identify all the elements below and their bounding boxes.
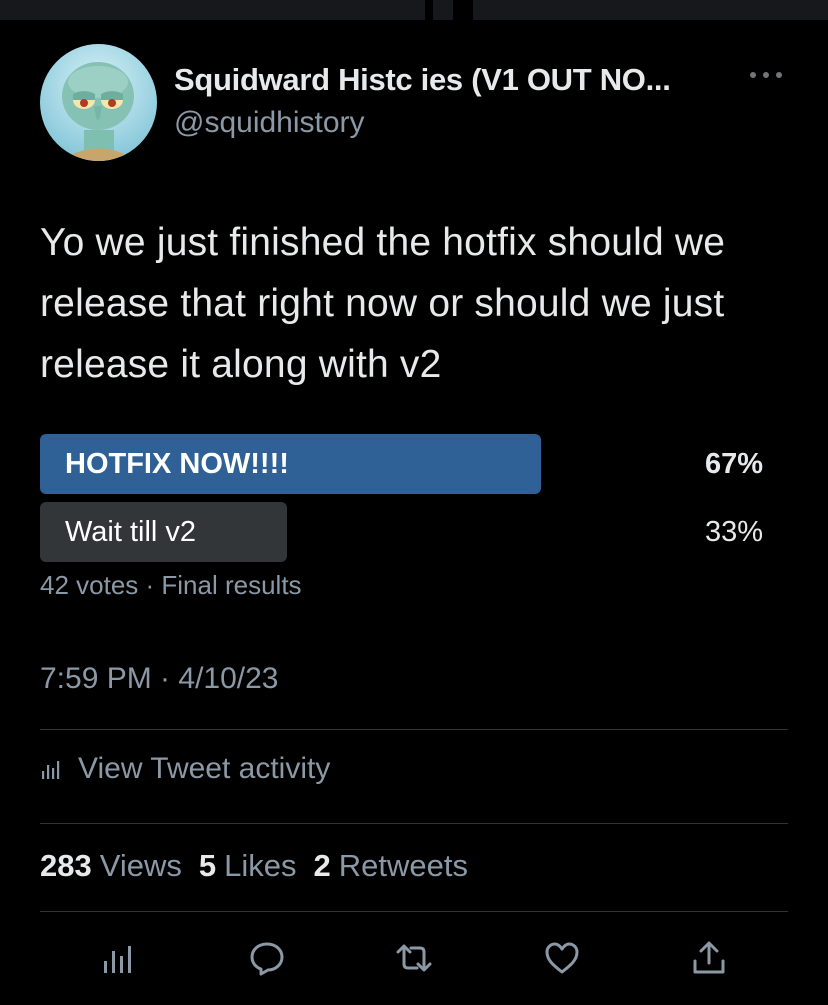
view-activity-link[interactable]: View Tweet activity — [40, 752, 330, 786]
stat-count: 283 — [40, 848, 92, 883]
share-icon — [693, 941, 725, 974]
stat-label: Likes — [224, 848, 297, 883]
retweet-icon — [396, 944, 432, 972]
tweet-stats: 283 Views 5 Likes 2 Retweets — [40, 848, 485, 884]
divider — [40, 911, 788, 912]
poll-option[interactable]: Wait till v2 33% — [40, 502, 788, 562]
poll-option-percent: 67% — [704, 448, 763, 480]
stat-count: 5 — [198, 848, 217, 883]
avatar[interactable] — [40, 44, 157, 161]
top-strip — [0, 0, 828, 20]
timestamp[interactable]: 7:59 PM · 4/10/23 — [40, 662, 278, 696]
divider — [40, 823, 788, 824]
poll-option-label: HOTFIX NOW!!!! — [65, 448, 289, 480]
poll-option[interactable]: HOTFIX NOW!!!! 67% — [40, 434, 788, 494]
analytics-button[interactable] — [90, 930, 146, 986]
stat-count: 2 — [313, 848, 331, 883]
display-name-row[interactable]: Squidward Histc ies (V1 OUT NO... — [174, 62, 671, 98]
stat-views[interactable]: 283 Views — [40, 848, 182, 884]
stat-retweets[interactable]: 2 Retweets — [314, 848, 468, 884]
view-activity-label: View Tweet activity — [78, 752, 331, 785]
like-button[interactable] — [534, 930, 590, 986]
reply-button[interactable] — [239, 930, 295, 986]
analytics-icon — [42, 761, 60, 779]
more-options-icon[interactable] — [750, 64, 786, 84]
stat-label: Retweets — [338, 848, 468, 883]
reply-icon — [250, 942, 284, 976]
handle[interactable]: @squidhistory — [174, 106, 365, 140]
tweet-header: Squidward Histc ies (V1 OUT NO... @squid… — [40, 40, 788, 165]
stat-label: Views — [99, 848, 182, 883]
poll-meta: 42 votes · Final results — [40, 570, 302, 600]
retweet-button[interactable] — [386, 930, 442, 986]
display-name[interactable]: Squidward Histc ies (V1 OUT NO... — [174, 62, 671, 98]
stat-likes[interactable]: 5 Likes — [199, 848, 297, 884]
poll-option-percent: 33% — [704, 516, 763, 548]
analytics-icon — [104, 946, 131, 973]
like-icon — [545, 942, 579, 974]
divider — [40, 729, 788, 730]
poll: HOTFIX NOW!!!! 67% Wait till v2 33% 42 v… — [40, 434, 788, 601]
action-bar — [0, 930, 828, 986]
share-button[interactable] — [681, 930, 737, 986]
poll-option-label: Wait till v2 — [65, 516, 197, 548]
tweet-text: Yo we just finished the hotfix should we… — [40, 221, 726, 386]
